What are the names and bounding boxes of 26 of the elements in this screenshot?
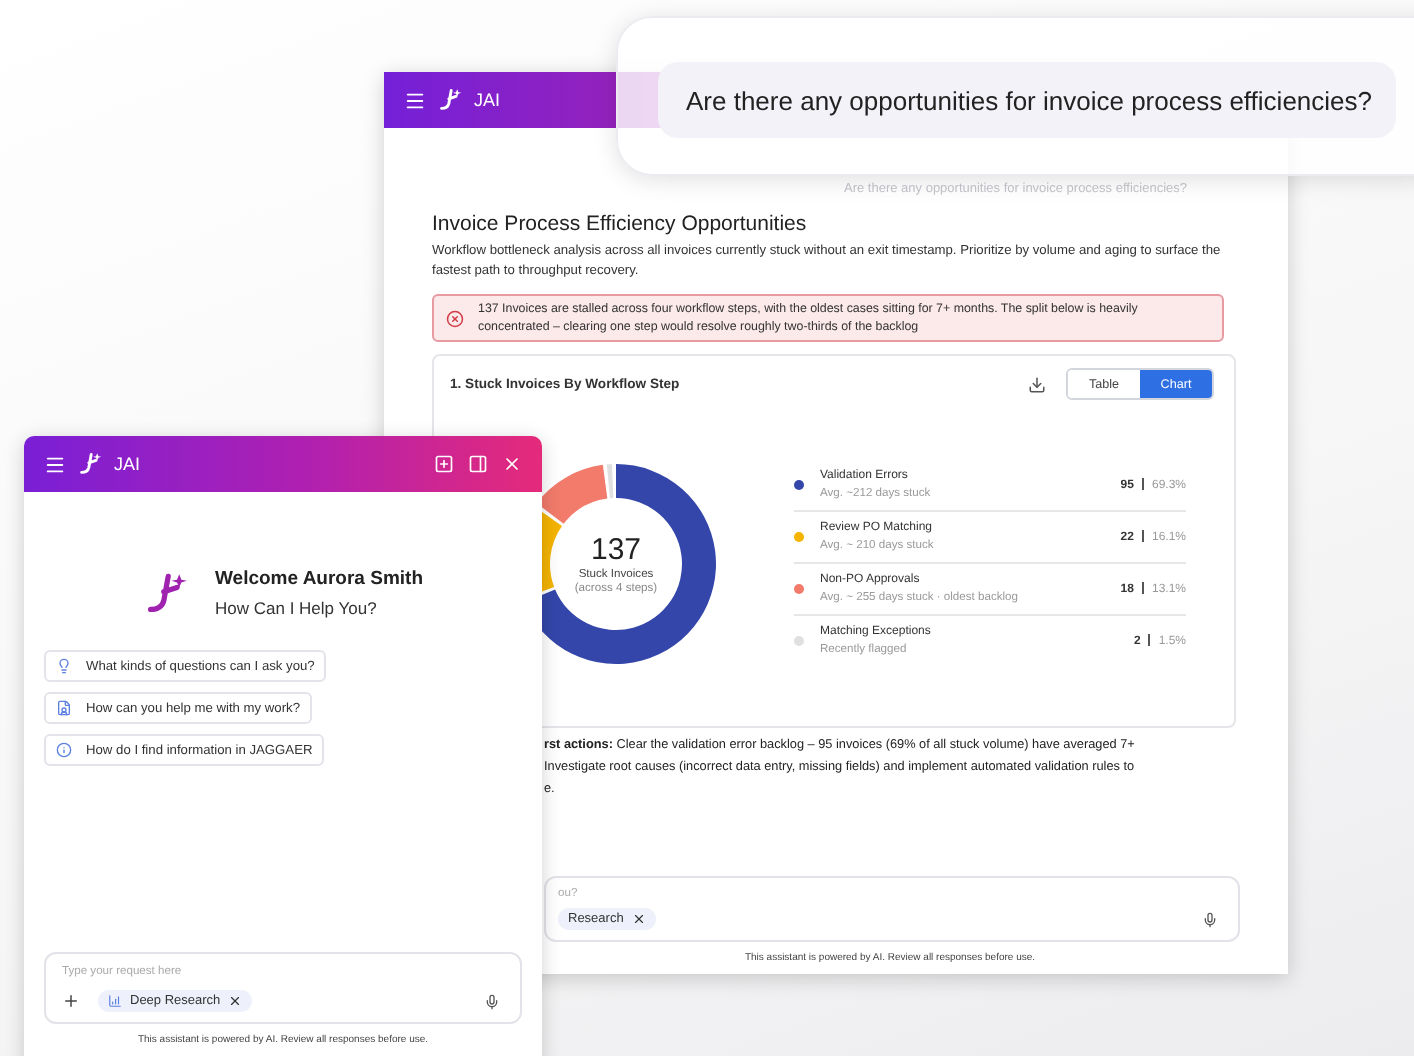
question-bubble: Are there any opportunities for invoice process efficiencies?	[658, 62, 1396, 138]
welcome-title: Welcome Aurora Smith	[215, 568, 423, 590]
microphone-icon[interactable]	[484, 993, 500, 1009]
microphone-icon[interactable]	[1202, 911, 1218, 927]
window-title: JAI	[474, 90, 501, 110]
add-icon[interactable]	[62, 992, 80, 1010]
remove-icon[interactable]	[228, 994, 243, 1008]
download-icon[interactable]	[1028, 375, 1046, 393]
error-icon	[446, 309, 464, 327]
info-icon	[56, 742, 72, 758]
lightbulb-icon	[56, 658, 72, 674]
report-heading: Invoice Process Efficiency Opportunities	[432, 212, 809, 236]
welcome-subtitle: How Can I Help You?	[215, 598, 379, 618]
assistant-logo-icon	[143, 571, 187, 615]
close-icon[interactable]	[502, 454, 522, 474]
menu-icon[interactable]	[44, 453, 66, 475]
side-panel-icon[interactable]	[468, 454, 488, 474]
menu-icon[interactable]	[404, 89, 426, 111]
total-count: 137	[590, 532, 642, 566]
document-person-icon	[56, 700, 72, 716]
logo-icon	[78, 452, 102, 476]
remove-icon[interactable]	[631, 912, 646, 926]
chart-icon	[108, 994, 122, 1008]
window-title: JAI	[114, 454, 141, 474]
new-chat-icon[interactable]	[434, 454, 454, 474]
logo-icon	[438, 88, 462, 112]
